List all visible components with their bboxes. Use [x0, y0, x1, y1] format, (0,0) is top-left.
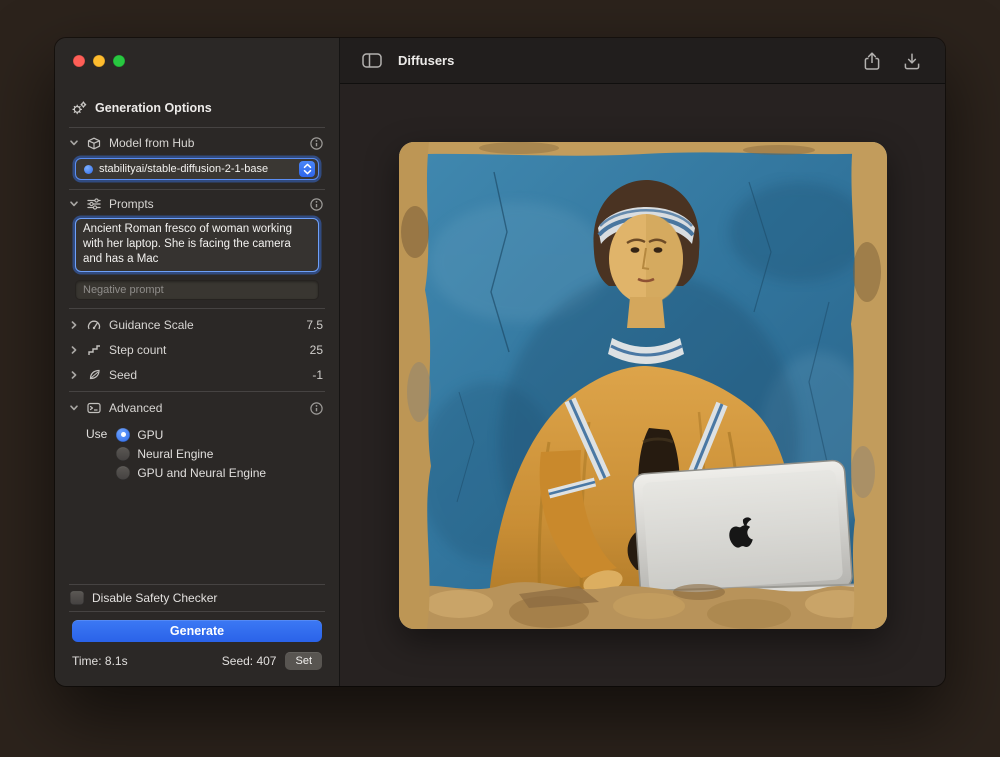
divider	[69, 189, 325, 190]
prompt-input[interactable]: Ancient Roman fresco of woman working wi…	[75, 218, 319, 272]
prompts-section-header[interactable]: Prompts	[55, 191, 339, 217]
seed-icon	[86, 368, 102, 381]
guidance-scale-row[interactable]: Guidance Scale 7.5	[55, 312, 339, 337]
download-icon[interactable]	[903, 51, 921, 71]
traffic-lights	[55, 38, 339, 67]
gears-icon	[71, 101, 87, 116]
gauge-icon	[86, 319, 102, 331]
chevron-down-icon[interactable]	[68, 403, 79, 413]
sidebar-toggle-icon[interactable]	[362, 53, 382, 68]
toolbar: Diffusers	[340, 38, 945, 84]
model-section-header[interactable]: Model from Hub	[55, 130, 339, 156]
step-count-label: Step count	[109, 343, 166, 357]
seed-label: Seed	[109, 368, 137, 382]
chevron-right-icon[interactable]	[68, 370, 79, 380]
chevron-right-icon[interactable]	[68, 320, 79, 330]
sidebar-header: Generation Options	[55, 99, 339, 117]
info-icon[interactable]	[310, 198, 323, 211]
share-icon[interactable]	[863, 51, 881, 71]
main-area: Diffusers	[340, 38, 945, 686]
info-icon[interactable]	[310, 402, 323, 415]
use-label: Use	[86, 425, 107, 482]
guidance-scale-label: Guidance Scale	[109, 318, 194, 332]
advanced-icon	[86, 402, 102, 414]
minimize-button[interactable]	[93, 55, 105, 67]
zoom-button[interactable]	[113, 55, 125, 67]
model-section-label: Model from Hub	[109, 136, 194, 150]
divider	[69, 308, 325, 309]
chevron-right-icon[interactable]	[68, 345, 79, 355]
radio-button[interactable]	[116, 447, 130, 461]
box-icon	[86, 137, 102, 150]
seed-value: -1	[312, 368, 323, 382]
sidebar: Generation Options Model from Hub stabil…	[55, 38, 340, 686]
step-count-row[interactable]: Step count 25	[55, 337, 339, 362]
radio-gpu[interactable]: GPU	[116, 425, 266, 444]
time-status: Time: 8.1s	[72, 654, 128, 668]
fresco-art	[399, 142, 887, 629]
guidance-scale-value: 7.5	[306, 318, 323, 332]
sliders-icon	[86, 198, 102, 210]
generated-image[interactable]	[399, 142, 887, 629]
seed-status: Seed: 407	[222, 654, 277, 668]
image-canvas	[340, 84, 945, 686]
radio-gpu-and-neural-engine-label: GPU and Neural Engine	[137, 466, 266, 480]
popup-chevrons-icon	[299, 161, 315, 177]
divider	[69, 127, 325, 128]
safety-checkbox[interactable]	[70, 591, 84, 605]
chevron-down-icon[interactable]	[68, 199, 79, 209]
radio-neural-engine[interactable]: Neural Engine	[116, 444, 266, 463]
advanced-section-label: Advanced	[109, 401, 162, 415]
advanced-section-header[interactable]: Advanced	[55, 395, 339, 421]
divider	[69, 391, 325, 392]
model-select[interactable]: stabilityai/stable-diffusion-2-1-base	[75, 158, 319, 180]
close-button[interactable]	[73, 55, 85, 67]
generate-button[interactable]: Generate	[72, 620, 322, 642]
status-bar: Time: 8.1s Seed: 407 Set	[55, 650, 339, 672]
safety-checker-row[interactable]: Disable Safety Checker	[55, 585, 339, 611]
radio-gpu-label: GPU	[137, 428, 163, 442]
window-title: Diffusers	[398, 53, 454, 68]
radio-gpu-and-neural-engine[interactable]: GPU and Neural Engine	[116, 463, 266, 482]
model-dot-icon	[84, 165, 93, 174]
radio-button-selected[interactable]	[116, 428, 130, 442]
chevron-down-icon[interactable]	[68, 138, 79, 148]
seed-row[interactable]: Seed -1	[55, 362, 339, 387]
diffusers-window: Generation Options Model from Hub stabil…	[55, 38, 945, 686]
set-seed-button[interactable]: Set	[285, 652, 322, 670]
divider	[69, 611, 325, 612]
sidebar-title: Generation Options	[95, 101, 212, 115]
info-icon[interactable]	[310, 137, 323, 150]
radio-neural-engine-label: Neural Engine	[137, 447, 213, 461]
step-count-value: 25	[310, 343, 323, 357]
prompts-section-label: Prompts	[109, 197, 154, 211]
sidebar-footer: Disable Safety Checker Generate Time: 8.…	[55, 584, 339, 686]
compute-unit-group: Use GPU Neural Engine GPU and Neural Eng…	[55, 423, 339, 482]
safety-label: Disable Safety Checker	[92, 591, 217, 605]
model-select-value: stabilityai/stable-diffusion-2-1-base	[99, 163, 293, 175]
radio-button[interactable]	[116, 466, 130, 480]
steps-icon	[86, 344, 102, 356]
negative-prompt-input[interactable]	[75, 280, 319, 300]
